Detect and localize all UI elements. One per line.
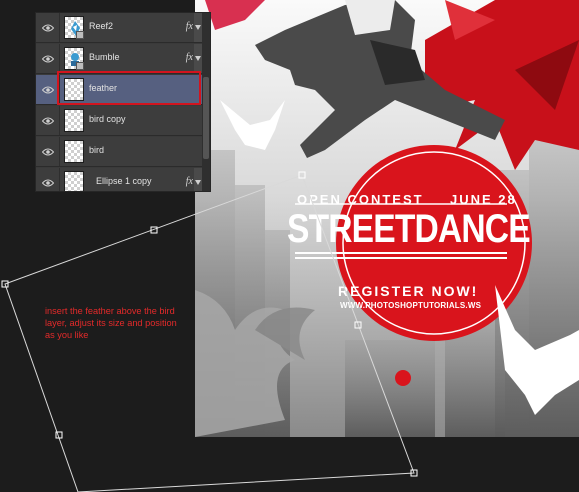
layers-scrollbar[interactable] (202, 13, 210, 191)
layer-row[interactable]: bird (36, 137, 202, 167)
layers-scrollbar-thumb[interactable] (203, 77, 209, 159)
eye-icon (41, 148, 54, 155)
layer-row[interactable]: Ellipse 1 copy fx (36, 168, 202, 191)
visibility-toggle[interactable] (36, 168, 60, 191)
layer-effects-badge[interactable]: fx (186, 21, 193, 32)
layer-effects-badge[interactable]: fx (186, 176, 193, 187)
chevron-down-icon (195, 25, 201, 30)
effects-expand-toggle[interactable] (194, 44, 202, 73)
eye-icon (41, 179, 54, 186)
layer-row[interactable]: Bumble fx (36, 44, 202, 74)
visibility-toggle[interactable] (36, 13, 60, 42)
layer-name: Bumble (89, 52, 120, 62)
eye-icon (41, 86, 54, 93)
layer-thumbnail (64, 109, 84, 132)
chevron-down-icon (195, 56, 201, 61)
layer-thumbnail (64, 140, 84, 163)
layer-row[interactable]: Reef2 fx (36, 13, 202, 43)
eye-icon (41, 55, 54, 62)
chevron-down-icon (195, 180, 201, 185)
layer-name: Reef2 (89, 21, 114, 31)
visibility-toggle[interactable] (36, 44, 60, 73)
layer-thumbnail (64, 171, 84, 191)
feather-layer-highlight (57, 71, 201, 105)
instruction-text: insert the feather above the bird layer,… (45, 306, 177, 340)
effects-expand-toggle[interactable] (194, 168, 202, 191)
visibility-toggle[interactable] (36, 106, 60, 135)
layer-name: bird copy (89, 114, 126, 124)
effects-expand-toggle[interactable] (194, 13, 202, 42)
layer-effects-badge[interactable]: fx (186, 52, 193, 63)
layer-thumbnail (64, 16, 84, 39)
layer-name: bird (89, 145, 105, 155)
layer-name: Ellipse 1 copy (96, 176, 152, 186)
eye-icon (41, 117, 54, 124)
layer-thumbnail (64, 47, 84, 70)
layer-row[interactable]: bird copy (36, 106, 202, 136)
visibility-toggle[interactable] (36, 137, 60, 166)
eye-icon (41, 24, 54, 31)
